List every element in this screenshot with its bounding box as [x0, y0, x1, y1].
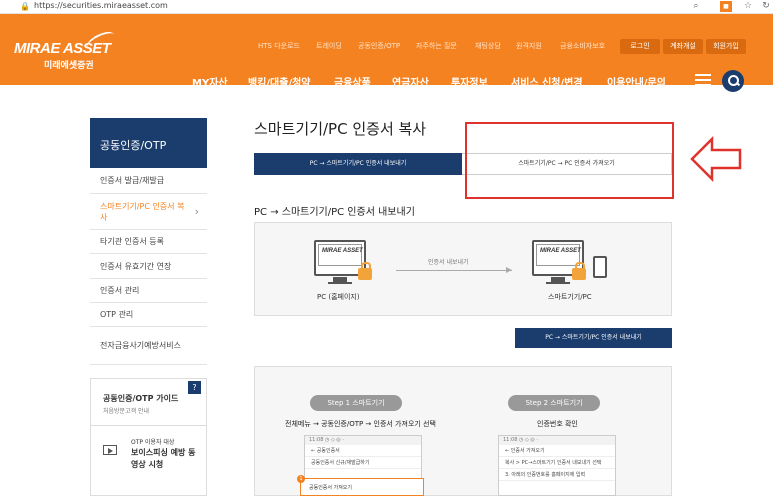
lock-icon: 🔒: [20, 2, 30, 11]
sidebar: 공동인증/OTP 인증서 발급/재발급 스마트기기/PC 인증서 복사 타기관 …: [90, 118, 207, 365]
sidebar-item-label: 인증서 관리: [100, 286, 140, 295]
util-link-hts[interactable]: HTS 다운로드: [258, 41, 300, 51]
sidebar-item-label: 타기관 인증서 등록: [100, 237, 164, 246]
page-title: 스마트기기/PC 인증서 복사: [254, 120, 427, 138]
export-button[interactable]: PC → 스마트기기/PC 인증서 내보내기: [515, 328, 672, 348]
util-link-cert[interactable]: 공동인증/OTP: [358, 41, 400, 51]
step2-phone-mock: 11:08 ◷ ◇ ◎ · ← 인증서 가져오기 복사 > PC→스마트기기 인…: [498, 435, 616, 496]
sidebar-item-issue[interactable]: 인증서 발급/재발급: [90, 168, 207, 194]
nav-help[interactable]: 이용안내/문의: [607, 74, 666, 89]
mock-line: 3. 아래의 인증번호를 홈페이지에 입력: [499, 469, 615, 481]
sidebar-item-fraud[interactable]: 전자금융사기예방서비스: [90, 327, 207, 365]
sidebar-title: 공동인증/OTP: [90, 118, 207, 168]
open-account-button[interactable]: 계좌개설: [663, 39, 703, 54]
guide-box: ? 공동인증/OTP 가이드 처음방문고객 안내 OTP 이용자 대상 보이스피…: [90, 378, 207, 496]
util-link-chat[interactable]: 채팅상담: [475, 41, 501, 51]
refresh-icon[interactable]: ↻: [760, 1, 772, 12]
util-link-consumer[interactable]: 금융소비자보호: [560, 41, 605, 51]
hamburger-menu-icon[interactable]: [695, 74, 711, 86]
sidebar-item-label: 인증서 유효기간 연장: [100, 261, 172, 271]
lock-icon: [358, 262, 372, 280]
star-icon[interactable]: ☆: [742, 1, 754, 12]
util-link-remote[interactable]: 원격지원: [516, 41, 542, 51]
annotation-highlight-box: [465, 122, 674, 199]
login-button[interactable]: 로그인: [620, 39, 660, 54]
mock-line: 복사 > PC→스마트기기 인증서 내보내기 선택: [499, 457, 615, 469]
guide-title[interactable]: 공동인증/OTP 가이드: [103, 393, 178, 404]
monitor-brand: MIRAE ASSET: [540, 248, 581, 254]
nav-products[interactable]: 금융상품: [334, 74, 371, 89]
diagram-left-label: PC (홈페이지): [317, 293, 360, 301]
mock-line: 공동인증서 가져오기: [309, 485, 352, 491]
sidebar-item-label: OTP 관리: [100, 310, 134, 319]
sidebar-item-label: 인증서 발급/재발급: [100, 176, 165, 185]
lock-icon: [572, 262, 586, 280]
annotation-arrow-icon: [690, 136, 742, 182]
sidebar-item-label: 스마트기기/PC 인증서 복사: [100, 201, 185, 222]
sidebar-item-register[interactable]: 타기관 인증서 등록: [90, 230, 207, 254]
monitor-base: [546, 282, 570, 284]
tab-export[interactable]: PC → 스마트기기/PC 인증서 내보내기: [254, 153, 462, 175]
site-header: MIRAE ASSET 미래에셋증권 HTS 다운로드 트레이딩 공동인증/OT…: [0, 14, 773, 92]
phone-icon: [593, 256, 607, 278]
mock-status-bar: 11:08 ◷ ◇ ◎ ·: [305, 436, 421, 445]
step1-highlight: 1 공동인증서 가져오기: [297, 475, 424, 496]
mock-line: ← 인증서 가져오기: [499, 445, 615, 457]
address-url[interactable]: https://securities.miraeasset.com: [34, 1, 168, 10]
util-link-trading[interactable]: 트레이딩: [316, 41, 342, 51]
diagram-arrow-icon: [396, 267, 512, 273]
sidebar-item-label: 전자금융사기예방서비스: [100, 340, 181, 350]
logo-korean: 미래에셋증권: [44, 61, 94, 71]
mock-line: 공동인증서 신규/재발급하기: [305, 457, 421, 469]
diagram-arrow-label: 인증서 내보내기: [428, 259, 469, 266]
sidebar-item-renew[interactable]: 인증서 유효기간 연장: [90, 254, 207, 279]
util-link-faq[interactable]: 자주하는 질문: [416, 41, 457, 51]
step1-text: 전체메뉴 → 공동인증/OTP → 인증서 가져오기 선택: [285, 420, 436, 428]
help-icon[interactable]: ?: [188, 381, 201, 394]
search-icon[interactable]: [722, 70, 744, 92]
guide-subtitle: 처음방문고객 안내: [103, 408, 150, 415]
sidebar-item-copy[interactable]: 스마트기기/PC 인증서 복사: [90, 194, 207, 230]
video-caption: OTP 이용자 대상: [131, 439, 175, 446]
tab-search-icon[interactable]: ⌕: [690, 1, 702, 12]
site-logo[interactable]: MIRAE ASSET 미래에셋증권: [14, 28, 118, 71]
step1-pill: Step 1 스마트기기: [310, 395, 402, 411]
nav-my-assets[interactable]: MY자산: [192, 74, 228, 89]
extension-icon[interactable]: ■: [720, 1, 732, 12]
monitor-brand: MIRAE ASSET: [322, 248, 363, 254]
sidebar-item-manage[interactable]: 인증서 관리: [90, 279, 207, 303]
step-number-badge: 1: [297, 475, 305, 483]
nav-pension[interactable]: 연금자산: [392, 74, 429, 89]
video-title-link[interactable]: 보이스피싱 예방 동영상 시청: [131, 447, 201, 471]
video-play-icon: [103, 445, 117, 455]
guide-divider: [91, 425, 206, 426]
section-title: PC → 스마트기기/PC 인증서 내보내기: [254, 207, 415, 218]
sidebar-item-otp[interactable]: OTP 관리: [90, 303, 207, 327]
nav-banking[interactable]: 뱅킹/대출/청약: [248, 74, 311, 89]
signup-button[interactable]: 회원가입: [706, 39, 746, 54]
monitor-base: [328, 282, 352, 284]
step2-pill: Step 2 스마트기기: [508, 395, 600, 411]
nav-services[interactable]: 서비스 신청/변경: [511, 74, 583, 89]
step2-text: 인증번호 확인: [537, 420, 578, 428]
nav-invest-info[interactable]: 투자정보: [451, 74, 488, 89]
mock-line: ← 공동인증서: [305, 445, 421, 457]
browser-address-bar[interactable]: 🔒 https://securities.miraeasset.com ⌕ ■ …: [0, 0, 773, 14]
mock-status-bar: 11:08 ◷ ◇ ◎ ·: [499, 436, 615, 445]
diagram-right-label: 스마트기기/PC: [548, 293, 592, 301]
